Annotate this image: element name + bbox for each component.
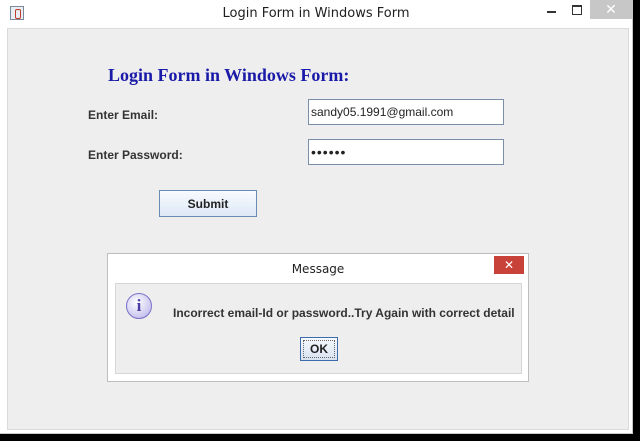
password-label: Enter Password: — [88, 148, 183, 162]
dialog-message: Incorrect email-Id or password..Try Agai… — [173, 306, 515, 320]
ok-button[interactable]: OK — [300, 337, 338, 361]
minimize-icon — [546, 11, 556, 13]
info-icon: i — [126, 293, 152, 319]
dialog-title: Message — [291, 262, 345, 276]
window-close-button[interactable]: ✕ — [590, 0, 632, 19]
title-bar[interactable]: Login Form in Windows Form ✕ — [0, 0, 632, 28]
email-field[interactable] — [308, 99, 504, 125]
submit-button[interactable]: Submit — [159, 190, 257, 217]
password-field[interactable] — [308, 139, 504, 165]
message-dialog: Message ✕ i Incorrect email-Id or passwo… — [107, 253, 529, 382]
close-icon: ✕ — [605, 1, 617, 18]
maximize-icon — [572, 5, 582, 15]
info-icon-glyph: i — [136, 296, 142, 315]
dialog-body: i Incorrect email-Id or password..Try Ag… — [115, 283, 522, 374]
email-label: Enter Email: — [88, 108, 159, 122]
form-heading: Login Form in Windows Form: — [108, 65, 350, 85]
close-icon: ✕ — [503, 258, 515, 272]
dialog-close-button[interactable]: ✕ — [494, 256, 524, 274]
maximize-button[interactable] — [562, 0, 592, 20]
main-window: Login Form in Windows Form ✕ Login Form … — [0, 0, 633, 434]
